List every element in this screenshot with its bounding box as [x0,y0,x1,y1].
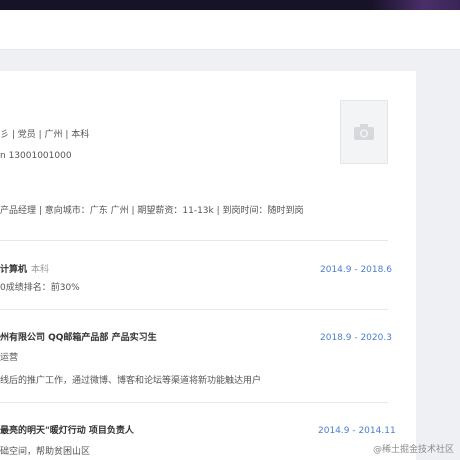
photo-placeholder[interactable] [340,100,388,164]
top-bar [0,10,460,50]
watermark: @稀土掘金技术社区 [372,445,454,455]
divider [0,402,388,403]
work-period: 2018.9 - 2020.3 [320,333,392,343]
education-school: 计算机 [0,265,28,275]
education-period: 2014.9 - 2018.6 [320,265,392,275]
camera-icon [354,124,374,140]
education-degree: 本科 [31,265,50,275]
profile-info-line: 彡 | 党员 | 广州 | 本科 [0,130,90,140]
work-title: 州有限公司 QQ邮箱产品部 产品实习生 [0,333,157,343]
divider [0,309,388,310]
job-intention-line: 产品经理 | 意向城市：广东 广州 | 期望薪资：11-13k | 到岗时间：随… [0,206,304,216]
work-role: 运营 [0,353,19,363]
project-description: 础空间，帮助贫困山区 [0,447,91,457]
divider [0,240,388,241]
education-detail: 0成绩排名：前30% [0,283,80,293]
top-strip-glow [370,0,460,10]
work-description: 线后的推广工作，通过微博、博客和论坛等渠道将新功能触达用户 [0,376,262,386]
project-title: 最亮的明天"暖灯行动 项目负责人 [0,426,134,436]
browser-top-strip [0,0,460,10]
profile-phone-line: n 13001001000 [0,151,72,161]
project-period: 2014.9 - 2014.11 [318,426,396,436]
